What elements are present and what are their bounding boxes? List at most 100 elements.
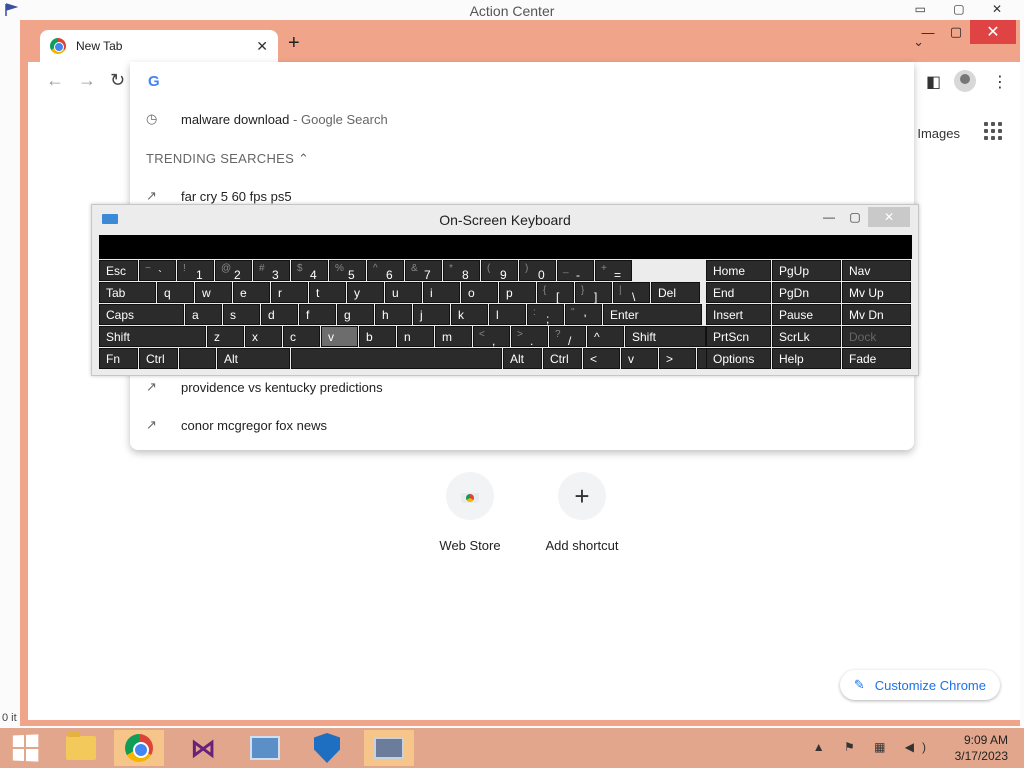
osk-nav-key[interactable]: Pause	[772, 304, 841, 325]
profile-avatar[interactable]	[954, 70, 976, 92]
osk-key[interactable]: h	[375, 304, 412, 325]
osk-key[interactable]: % 5	[329, 260, 366, 282]
osk-key[interactable]: * 8	[443, 260, 480, 282]
osk-key[interactable]: ! 1	[177, 260, 214, 282]
osk-key[interactable]: n	[397, 326, 434, 347]
osk-key[interactable]: i	[423, 282, 460, 303]
osk-key[interactable]: <,	[473, 326, 510, 348]
side-panel-icon[interactable]: ◧	[926, 72, 941, 92]
osk-key[interactable]: b	[359, 326, 396, 347]
osk-nav-key[interactable]: Nav	[842, 260, 911, 281]
osk-key[interactable]: g	[337, 304, 374, 325]
osk-nav-key[interactable]: Dock	[842, 326, 911, 347]
osk-key[interactable]: & 7	[405, 260, 442, 282]
reload-icon[interactable]: ↻	[110, 70, 125, 91]
osk-key[interactable]	[179, 348, 216, 369]
trending-item[interactable]: ↗ conor mcgregor fox news	[146, 417, 327, 433]
osk-key[interactable]: ~ `	[139, 260, 176, 282]
osk-key[interactable]: l	[489, 304, 526, 325]
images-link[interactable]: Images	[917, 126, 960, 141]
osk-key[interactable]: _ -	[557, 260, 594, 282]
osk-key[interactable]: z	[207, 326, 244, 347]
osk-key[interactable]: Shift	[625, 326, 706, 347]
osk-key[interactable]: o	[461, 282, 498, 303]
osk-key[interactable]: x	[245, 326, 282, 347]
osk-nav-key[interactable]: End	[706, 282, 771, 303]
osk-key[interactable]: $4	[291, 260, 328, 282]
osk-key[interactable]: Shift	[99, 326, 206, 347]
osk-key[interactable]: Esc	[99, 260, 138, 281]
taskbar-file-explorer[interactable]	[56, 730, 106, 766]
new-tab-button[interactable]: +	[288, 32, 300, 55]
osk-key[interactable]: Caps	[99, 304, 184, 325]
osk-nav-key[interactable]: ScrLk	[772, 326, 841, 347]
maximize-button[interactable]: ▢	[942, 20, 970, 44]
osk-key[interactable]: #3	[253, 260, 290, 282]
osk-nav-key[interactable]: Mv Dn	[842, 304, 911, 325]
osk-key[interactable]: <	[583, 348, 620, 369]
osk-maximize-button[interactable]: ▢	[842, 207, 868, 227]
osk-minimize-button[interactable]: —	[816, 207, 842, 227]
system-tray[interactable]: ▲ ⚑ ▦ ◀)	[813, 740, 934, 754]
osk-nav-key[interactable]: PgUp	[772, 260, 841, 281]
osk-key[interactable]: s	[223, 304, 260, 325]
osk-key[interactable]: f	[299, 304, 336, 325]
trending-header[interactable]: TRENDING SEARCHES ⌃	[146, 151, 309, 167]
osk-key[interactable]: u	[385, 282, 422, 303]
osk-key[interactable]: + =	[595, 260, 632, 282]
osk-key[interactable]: q	[157, 282, 194, 303]
osk-key[interactable]: Alt	[217, 348, 290, 369]
osk-key[interactable]: k	[451, 304, 488, 325]
trending-item[interactable]: ↗ providence vs kentucky predictions	[146, 379, 383, 395]
osk-key[interactable]: :;	[527, 304, 564, 326]
osk-key[interactable]: Fn	[99, 348, 138, 369]
osk-key[interactable]: y	[347, 282, 384, 303]
osk-key[interactable]: j	[413, 304, 450, 325]
menu-dots-icon[interactable]: ⋮	[992, 72, 1008, 92]
osk-key[interactable]	[291, 348, 502, 369]
osk-key[interactable]: Tab	[99, 282, 156, 303]
customize-chrome-button[interactable]: ✎ Customize Chrome	[839, 670, 1000, 700]
back-icon[interactable]: ←	[46, 70, 64, 91]
osk-key[interactable]: c	[283, 326, 320, 347]
osk-nav-key[interactable]: PrtScn	[706, 326, 771, 347]
osk-key[interactable]: >.	[511, 326, 548, 348]
taskbar-osk[interactable]	[364, 730, 414, 766]
minimize-button[interactable]: —	[914, 20, 942, 44]
osk-key[interactable]: r	[271, 282, 308, 303]
osk-nav-key[interactable]: Options	[706, 348, 771, 369]
taskbar-chrome[interactable]	[114, 730, 164, 766]
osk-key[interactable]: v	[321, 326, 358, 347]
osk-key[interactable]: ^ 6	[367, 260, 404, 282]
osk-key[interactable]: Ctrl	[543, 348, 582, 369]
osk-key[interactable]: v	[621, 348, 658, 369]
osk-nav-key[interactable]: Mv Up	[842, 282, 911, 303]
osk-key[interactable]: Del	[651, 282, 700, 303]
tab-close-icon[interactable]: ✕	[256, 38, 268, 55]
close-button[interactable]: ✕	[970, 20, 1016, 44]
osk-key[interactable]: (9	[481, 260, 518, 282]
forward-icon[interactable]: →	[78, 70, 96, 91]
osk-key[interactable]: ? /	[549, 326, 586, 348]
osk-key[interactable]: m	[435, 326, 472, 347]
osk-key[interactable]: p	[499, 282, 536, 303]
osk-key[interactable]: Enter	[603, 304, 702, 325]
osk-key[interactable]: >	[659, 348, 696, 369]
osk-key[interactable]: w	[195, 282, 232, 303]
osk-nav-key[interactable]: Insert	[706, 304, 771, 325]
osk-key[interactable]: t	[309, 282, 346, 303]
taskbar-security[interactable]	[302, 730, 352, 766]
tab-new-tab[interactable]: New Tab ✕	[40, 30, 278, 62]
osk-nav-key[interactable]: Help	[772, 348, 841, 369]
osk-close-button[interactable]: ✕	[868, 207, 910, 227]
background-window-controls[interactable]: ▭ ▢ ✕	[915, 2, 1014, 16]
suggestion-history[interactable]: ◷ malware download - Google Search	[146, 111, 388, 127]
apps-grid-icon[interactable]	[984, 122, 1002, 140]
osk-nav-key[interactable]: Home	[706, 260, 771, 281]
start-button[interactable]	[0, 730, 50, 766]
osk-key[interactable]: ^	[587, 326, 624, 347]
osk-key[interactable]: Ctrl	[139, 348, 178, 369]
osk-key[interactable]: d	[261, 304, 298, 325]
osk-key[interactable]: a	[185, 304, 222, 325]
osk-key[interactable]: {[	[537, 282, 574, 304]
